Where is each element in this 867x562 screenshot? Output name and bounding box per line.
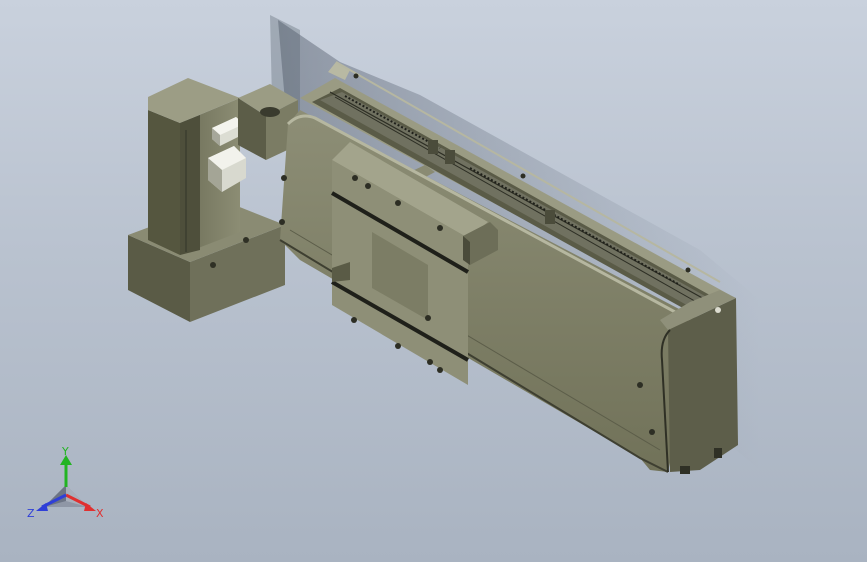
x-axis-label: X xyxy=(96,507,104,520)
gearbox-screw xyxy=(210,262,216,268)
cad-3d-viewport[interactable]: Y X Z xyxy=(0,0,867,562)
orientation-triad: Y X Z xyxy=(27,445,104,520)
motor-edge xyxy=(180,115,200,255)
motor-body-front xyxy=(148,110,180,255)
z-axis-label: Z xyxy=(27,507,35,520)
linear-actuator-model[interactable] xyxy=(0,0,867,562)
z-axis-arrow xyxy=(36,503,48,511)
x-axis-arrow xyxy=(84,503,96,511)
gearbox-screw xyxy=(243,237,249,243)
y-axis-label: Y xyxy=(61,445,69,458)
